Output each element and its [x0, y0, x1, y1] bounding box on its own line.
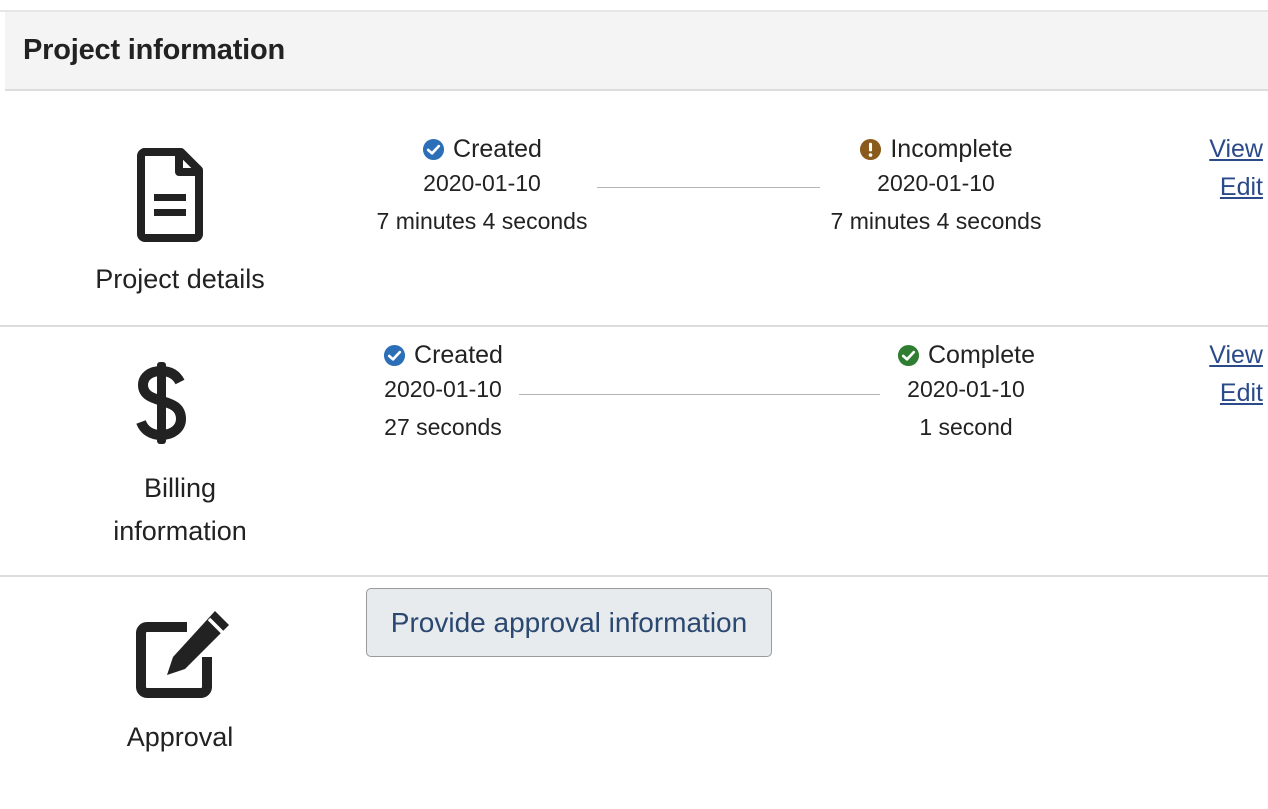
- status-duration: 7 minutes 4 seconds: [830, 208, 1042, 234]
- billing-actions: View Edit: [1209, 336, 1263, 412]
- status-duration: 27 seconds: [384, 414, 502, 440]
- row-divider: [0, 575, 1268, 577]
- status-title: Incomplete: [890, 134, 1013, 163]
- project-details-incomplete-status: Incomplete 2020-01-10 7 minutes 4 second…: [816, 134, 1056, 240]
- status-date: 2020-01-10: [907, 376, 1025, 402]
- billing-created-status: Created 2020-01-10 27 seconds: [363, 340, 523, 446]
- edit-link[interactable]: Edit: [1209, 168, 1263, 206]
- status-duration: 7 minutes 4 seconds: [376, 208, 588, 234]
- status-date: 2020-01-10: [877, 170, 995, 196]
- project-details-created-status: Created 2020-01-10 7 minutes 4 seconds: [362, 134, 602, 240]
- check-circle-icon: [897, 344, 920, 366]
- project-details-label: Project details: [95, 264, 265, 294]
- provide-approval-button[interactable]: Provide approval information: [366, 588, 772, 657]
- page-title: Project information: [23, 34, 286, 66]
- document-icon: [137, 148, 203, 242]
- status-title: Complete: [928, 340, 1035, 369]
- edit-icon: [136, 611, 229, 698]
- billing-label-line1: Billing: [143, 473, 217, 503]
- view-link[interactable]: View: [1209, 130, 1263, 168]
- project-details-actions: View Edit: [1209, 130, 1263, 206]
- check-circle-icon: [383, 344, 406, 366]
- timeline-connector: [519, 394, 880, 395]
- billing-label-line2: information: [113, 516, 247, 546]
- view-link[interactable]: View: [1209, 336, 1263, 374]
- status-title: Created: [414, 340, 503, 369]
- status-date: 2020-01-10: [384, 376, 502, 402]
- billing-complete-status: Complete 2020-01-10 1 second: [886, 340, 1046, 446]
- edit-link[interactable]: Edit: [1209, 374, 1263, 412]
- exclamation-circle-icon: [860, 138, 882, 160]
- status-title: Created: [453, 134, 542, 163]
- row-divider: [0, 325, 1268, 327]
- approval-label: Approval: [126, 722, 234, 752]
- status-duration: 1 second: [919, 414, 1013, 440]
- section-header: Project information: [5, 12, 1268, 91]
- check-circle-icon: [422, 138, 445, 160]
- status-date: 2020-01-10: [423, 170, 541, 196]
- dollar-icon: [136, 362, 187, 444]
- top-border: [0, 0, 1268, 12]
- billing-label: Billing information: [70, 467, 290, 553]
- timeline-connector: [597, 187, 820, 188]
